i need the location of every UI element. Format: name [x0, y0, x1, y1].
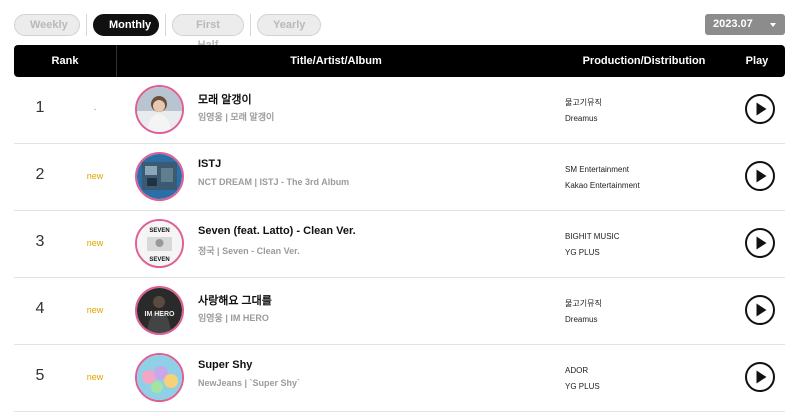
production-info: 물고기뮤직 Dreamus — [565, 296, 602, 328]
song-title[interactable]: 모래 알갱이 — [198, 91, 252, 107]
album-cover[interactable] — [135, 85, 184, 134]
cover-text: IM HERO — [145, 311, 176, 318]
distribution-company: Dreamus — [565, 114, 598, 123]
tab-divider — [250, 14, 251, 36]
production-info: ADOR YG PLUS — [565, 363, 600, 395]
production-info: 물고기뮤직 Dreamus — [565, 95, 602, 127]
play-icon — [756, 303, 767, 317]
period-tabs: Weekly Monthly First Half Yearly — [14, 14, 321, 51]
play-button[interactable] — [745, 362, 775, 392]
chart-table-header: Rank Title/Artist/Album Production/Distr… — [14, 45, 785, 77]
album-cover[interactable]: SEVEN SEVEN — [135, 219, 184, 268]
table-row: 1 - 모래 알갱이 임영웅 | 모래 알갱이 물고기뮤직 Dreamus — [14, 77, 785, 144]
play-icon — [756, 169, 767, 183]
play-icon — [756, 102, 767, 116]
rank-number: 3 — [35, 233, 45, 250]
tab-divider — [165, 14, 166, 36]
production-info: SM Entertainment Kakao Entertainment — [565, 162, 640, 194]
album-cover[interactable] — [135, 353, 184, 402]
song-title[interactable]: ISTJ — [198, 158, 221, 170]
rank-change: new — [86, 305, 104, 315]
production-company: 물고기뮤직 — [565, 98, 602, 107]
artist-album: 임영웅 | IM HERO — [198, 313, 269, 323]
tab-yearly[interactable]: Yearly — [257, 14, 321, 36]
rank-number: 4 — [35, 300, 45, 317]
rank-number: 5 — [35, 367, 45, 384]
cover-text-top: SEVEN — [149, 228, 169, 234]
play-button[interactable] — [745, 161, 775, 191]
play-button[interactable] — [745, 228, 775, 258]
production-company: 물고기뮤직 — [565, 299, 602, 308]
artist-album: NCT DREAM | ISTJ - The 3rd Album — [198, 177, 350, 187]
artist-album: NewJeans | `Super Shy` — [198, 378, 301, 388]
play-button[interactable] — [745, 295, 775, 325]
tab-divider — [86, 14, 87, 36]
tab-monthly[interactable]: Monthly — [93, 14, 159, 36]
table-row: 3 new SEVEN SEVEN Seven (feat. Latto) - … — [14, 211, 785, 278]
song-title[interactable]: Super Shy — [198, 359, 252, 371]
song-title[interactable]: 사랑해요 그대를 — [198, 292, 272, 308]
play-icon — [756, 370, 767, 384]
play-button[interactable] — [745, 94, 775, 124]
tab-weekly[interactable]: Weekly — [14, 14, 80, 36]
rank-change: new — [86, 238, 104, 248]
header-play: Play — [745, 55, 769, 67]
song-title[interactable]: Seven (feat. Latto) - Clean Ver. — [198, 225, 356, 237]
distribution-company: YG PLUS — [565, 248, 600, 257]
album-cover[interactable]: IM HERO — [135, 286, 184, 335]
production-company: ADOR — [565, 366, 589, 375]
tab-first-half[interactable]: First Half — [172, 14, 244, 51]
table-row: 5 new Super Shy NewJeans | `Super Shy` A… — [14, 345, 785, 412]
month-select[interactable]: 2023.07 — [705, 14, 785, 35]
distribution-company: Dreamus — [565, 315, 598, 324]
table-row: 4 new IM HERO 사랑해요 그대를 임영웅 | IM HERO 물고기… — [14, 278, 785, 345]
rank-change: new — [86, 372, 104, 382]
artist-album: 정국 | Seven - Clean Ver. — [198, 246, 300, 256]
cover-text-bottom: SEVEN — [149, 257, 169, 263]
distribution-company: Kakao Entertainment — [565, 181, 640, 190]
rank-change: - — [93, 104, 97, 114]
play-icon — [756, 236, 767, 250]
production-company: BIGHIT MUSIC — [565, 232, 620, 241]
header-rank: Rank — [51, 55, 79, 67]
production-info: BIGHIT MUSIC YG PLUS — [565, 229, 620, 261]
artist-album: 임영웅 | 모래 알갱이 — [198, 112, 275, 122]
rank-number: 1 — [35, 99, 45, 116]
rank-change: new — [86, 171, 104, 181]
distribution-company: YG PLUS — [565, 382, 600, 391]
production-company: SM Entertainment — [565, 165, 630, 174]
rank-number: 2 — [35, 166, 45, 183]
chevron-down-icon — [770, 23, 776, 27]
table-row: 2 new ISTJ NCT DREAM | ISTJ - The 3rd Al… — [14, 144, 785, 211]
month-select-value: 2023.07 — [713, 18, 753, 30]
header-title: Title/Artist/Album — [290, 55, 382, 67]
album-cover[interactable] — [135, 152, 184, 201]
header-production: Production/Distribution — [582, 55, 706, 67]
chart-list: 1 - 모래 알갱이 임영웅 | 모래 알갱이 물고기뮤직 Dreamus 2 … — [14, 77, 785, 412]
